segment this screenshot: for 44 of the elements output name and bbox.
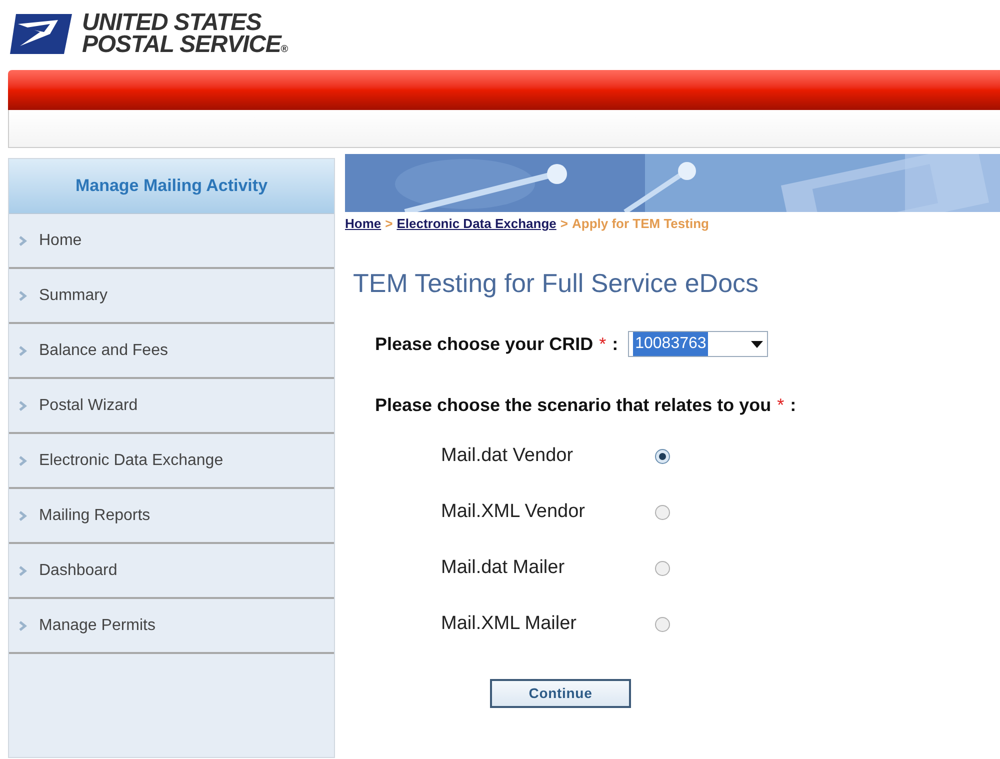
breadcrumb-separator: > (385, 215, 393, 233)
field-colon: : (790, 394, 796, 416)
breadcrumb-link[interactable]: Electronic Data Exchange (396, 214, 556, 234)
registered-mark: ® (280, 44, 288, 56)
page-title: TEM Testing for Full Service eDocs (353, 266, 760, 300)
chevron-icon (19, 290, 27, 300)
radio-button[interactable] (655, 561, 670, 576)
radio-label: Mail.XML Vendor (441, 500, 586, 524)
chevron-icon (19, 236, 27, 246)
chevron-icon (19, 566, 27, 576)
chevron-icon (19, 510, 27, 520)
chevron-icon (19, 346, 27, 356)
breadcrumb-current: Apply for TEM Testing (572, 215, 709, 233)
sidebar-title: Manage Mailing Activity (9, 159, 334, 214)
field-label: Please choose the scenario that relates to you (375, 394, 772, 417)
chevron-icon (19, 620, 27, 630)
sidebar-item[interactable]: Dashboard (9, 544, 334, 599)
radio-label: Mail.dat Vendor (441, 444, 574, 468)
radio-label: Mail.XML Mailer (441, 612, 578, 636)
sidebar-item[interactable]: Postal Wizard (9, 379, 334, 434)
field-colon: : (612, 332, 618, 356)
eagle-logo-icon (10, 12, 74, 56)
radio-button[interactable] (655, 617, 670, 632)
logo-wordmark: UNITED STATES (82, 12, 262, 34)
continue-button[interactable]: Continue (490, 678, 631, 708)
field-label: Please choose your CRID (375, 332, 594, 356)
chevron-icon (19, 400, 27, 410)
sidebar-item[interactable]: Balance and Fees (9, 324, 334, 379)
chevron-icon (19, 456, 27, 466)
sidebar-item[interactable]: Mailing Reports (9, 489, 334, 544)
logo-wordmark: POSTAL SERVICE (82, 34, 281, 56)
sidebar-item[interactable]: Manage Permits (9, 599, 334, 654)
crid-select[interactable]: 10083763 (628, 331, 768, 357)
radio-label: Mail.dat Mailer (441, 556, 566, 580)
sidebar-item[interactable]: Summary (9, 269, 334, 324)
breadcrumb-separator: > (560, 215, 568, 233)
required-mark: * (599, 332, 606, 356)
radio-button[interactable] (655, 505, 670, 520)
required-mark: * (777, 394, 784, 416)
radio-button[interactable] (655, 449, 670, 464)
breadcrumb-link[interactable]: Home (345, 214, 382, 234)
sidebar-item[interactable]: Home (9, 214, 334, 269)
dropdown-caret-icon (751, 340, 764, 348)
sidebar-item[interactable]: Electronic Data Exchange (9, 434, 334, 489)
